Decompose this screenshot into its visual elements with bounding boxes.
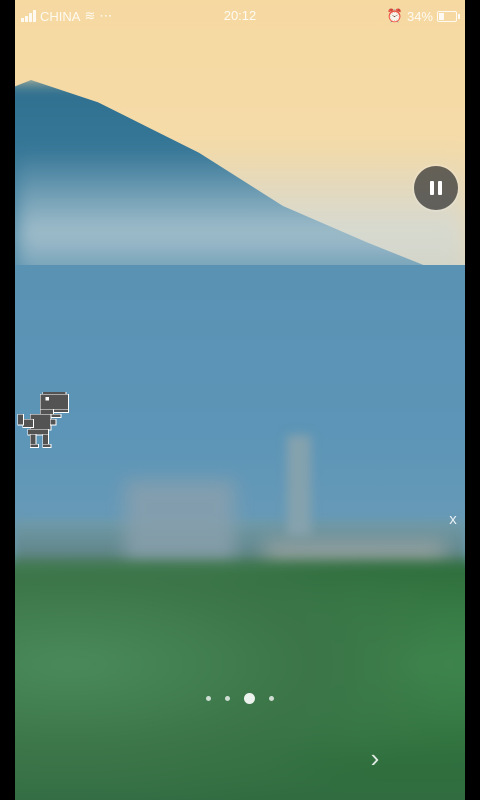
wallpaper-screen: CHINA ≋ ⋯ 20:12 ⏰ 34% x › bbox=[15, 0, 465, 800]
dino-icon[interactable] bbox=[15, 392, 71, 452]
pause-icon bbox=[430, 181, 442, 195]
page-indicator bbox=[15, 693, 465, 704]
status-right: ⏰ 34% bbox=[386, 8, 460, 24]
lake-background bbox=[15, 265, 465, 545]
close-button[interactable]: x bbox=[446, 511, 460, 531]
status-bar: CHINA ≋ ⋯ 20:12 ⏰ 34% bbox=[15, 0, 465, 32]
page-dot[interactable] bbox=[206, 696, 211, 701]
tower-background bbox=[287, 435, 311, 535]
page-dot-active[interactable] bbox=[244, 693, 255, 704]
page-dot[interactable] bbox=[225, 696, 230, 701]
pause-button[interactable] bbox=[414, 166, 458, 210]
battery-icon bbox=[437, 10, 460, 22]
next-arrow-button[interactable]: › bbox=[363, 743, 387, 773]
battery-level bbox=[439, 12, 444, 20]
battery-percent: 34% bbox=[406, 8, 433, 24]
trees-background bbox=[15, 560, 465, 800]
alarm-icon: ⏰ bbox=[386, 8, 403, 23]
page-dot[interactable] bbox=[269, 696, 274, 701]
